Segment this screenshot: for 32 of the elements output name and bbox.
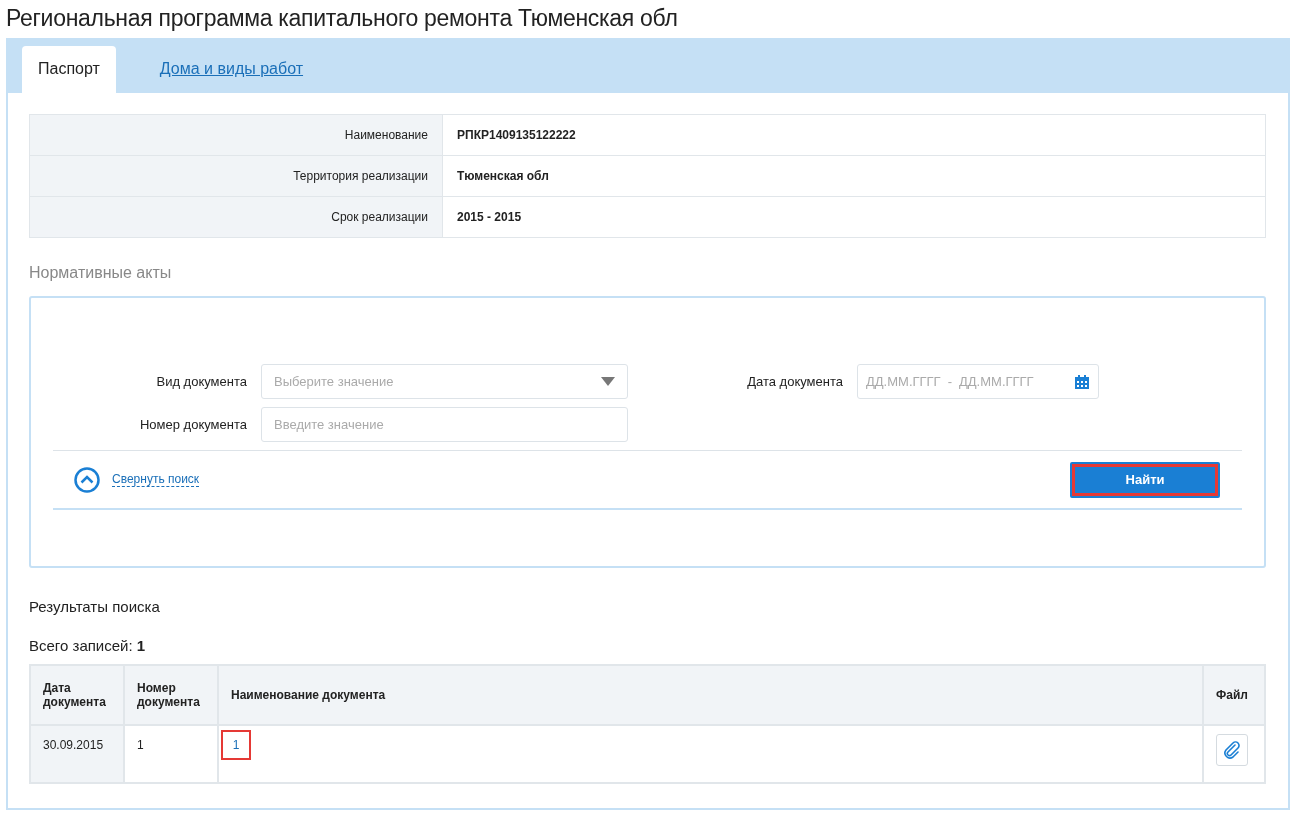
- field-label: Вид документа: [155, 374, 247, 389]
- field-value: Тюменская обл: [442, 155, 1266, 197]
- field-label: Наименование: [29, 114, 443, 156]
- field-label: Срок реализации: [29, 196, 443, 238]
- table-cell: 30.09.2015: [30, 725, 124, 783]
- select-field[interactable]: Выберите значение: [261, 364, 628, 399]
- calendar-icon[interactable]: [1074, 373, 1090, 390]
- input-field[interactable]: Введите значение: [261, 407, 628, 442]
- field-label: Дата документа: [746, 374, 843, 389]
- column-header: Файл: [1203, 665, 1265, 725]
- tab[interactable]: Паспорт: [22, 46, 116, 93]
- page-title: Региональная программа капитального ремонта Тюменская обл: [5, 4, 679, 33]
- dropdown-caret-icon: [601, 377, 615, 386]
- column-header: Дата документа: [30, 665, 124, 725]
- field-value: РПКР1409135122222: [442, 114, 1266, 156]
- results-title: Результаты поиска: [29, 598, 161, 615]
- field-label: Номер документа: [139, 417, 247, 432]
- tab[interactable]: Дома и виды работ: [143, 46, 320, 93]
- total-records: Всего записей: 1: [29, 637, 147, 654]
- attachment-button[interactable]: [1216, 734, 1248, 766]
- column-header: Номер документа: [124, 665, 218, 725]
- table-cell: 1: [124, 725, 218, 783]
- date-range-field[interactable]: ДД.ММ.ГГГГ - ДД.ММ.ГГГГ: [857, 364, 1099, 399]
- find-button[interactable]: Найти: [1070, 461, 1220, 498]
- paperclip-icon: [1222, 740, 1242, 760]
- collapse-chevron-icon[interactable]: [74, 466, 100, 493]
- column-header: Наименование документа: [218, 665, 1203, 725]
- document-link[interactable]: 1: [221, 730, 251, 760]
- section-title: Нормативные акты: [29, 264, 173, 282]
- collapse-search-link[interactable]: Свернуть поиск: [112, 472, 200, 487]
- field-label: Территория реализации: [29, 155, 443, 197]
- field-value: 2015 - 2015: [442, 196, 1266, 238]
